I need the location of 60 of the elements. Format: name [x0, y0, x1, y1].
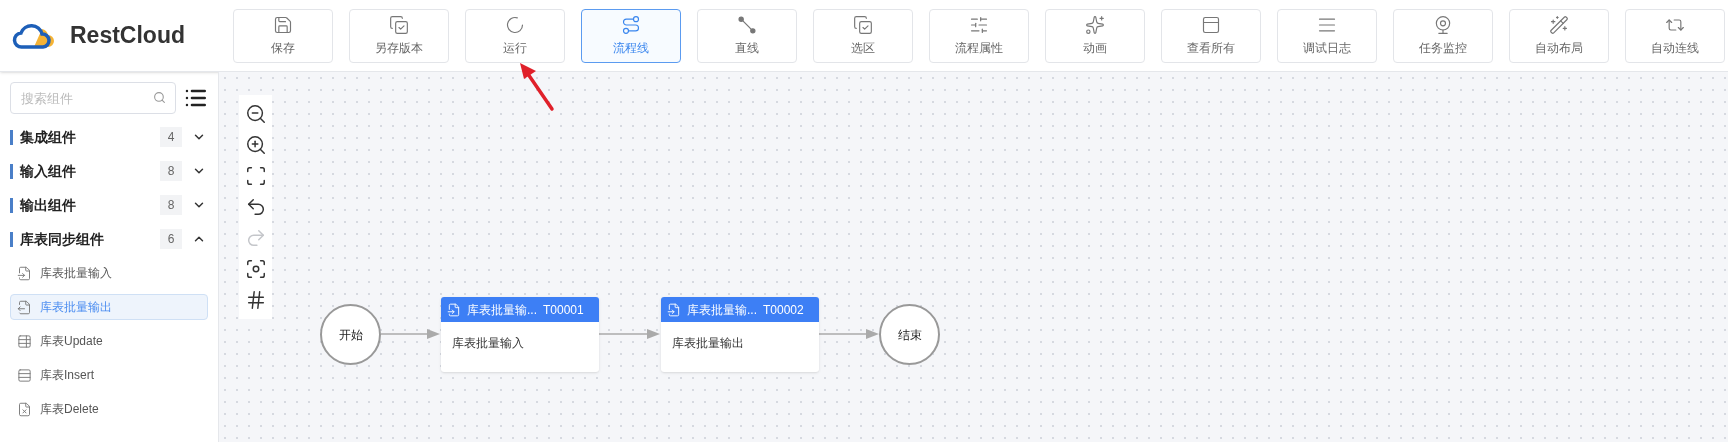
connector-arrow — [819, 327, 879, 341]
group-label: 输出组件 — [20, 195, 77, 215]
toolbar-button[interactable]: 保存 — [233, 8, 333, 63]
component-item[interactable]: 库表Delete — [10, 396, 208, 422]
webcam-icon — [1433, 14, 1453, 35]
zoom-in-icon[interactable] — [244, 134, 267, 156]
toolbar-button[interactable]: 选区 — [813, 8, 913, 63]
component-group[interactable]: 集成组件 4 — [0, 120, 218, 154]
toolbar-button[interactable]: 查看所有 — [1161, 8, 1261, 63]
node-label: 库表批量输入 — [451, 335, 525, 352]
group-label: 输入组件 — [20, 161, 77, 181]
group-count: 6 — [160, 229, 182, 249]
toolbar-button[interactable]: 流程线 — [581, 8, 681, 63]
component-item[interactable]: 库表Insert — [10, 362, 208, 388]
fit-icon[interactable] — [244, 165, 267, 187]
route-icon — [621, 14, 641, 35]
group-label: 集成组件 — [20, 127, 77, 147]
group-count: 4 — [160, 127, 182, 147]
start-node[interactable]: 开始 — [320, 304, 381, 365]
zoom-out-icon[interactable] — [244, 103, 267, 125]
connector-arrow — [599, 327, 660, 341]
wand-icon — [1549, 14, 1569, 35]
task-node[interactable]: 库表批量输... T00002 库表批量输出 — [661, 297, 819, 372]
component-item[interactable]: 库表Update — [10, 328, 208, 354]
toolbar-button[interactable]: 自动连线 — [1625, 8, 1725, 63]
toolbar-button[interactable]: 运行 — [465, 8, 565, 63]
sliders-icon — [969, 14, 989, 35]
copy-icon — [389, 14, 409, 35]
annotation-arrow — [518, 62, 556, 112]
line-icon — [737, 14, 757, 35]
search-field[interactable]: 搜索组件 — [10, 82, 177, 114]
panel-icon — [1201, 14, 1221, 35]
toolbar-button[interactable]: 调试日志 — [1277, 8, 1377, 63]
toolbar-button[interactable]: 动画 — [1045, 8, 1145, 63]
connector-arrow — [381, 327, 440, 341]
node-id: T00002 — [763, 301, 804, 319]
toolbar-button[interactable]: 直线 — [697, 8, 797, 63]
component-group[interactable]: 输入组件 8 — [0, 154, 218, 188]
toolbar-button[interactable]: 另存版本 — [349, 8, 449, 63]
group-label: 库表同步组件 — [20, 229, 105, 249]
task-node[interactable]: 库表批量输... T00001 库表批量输入 — [441, 297, 599, 372]
node-title: 库表批量输... — [467, 301, 537, 319]
component-group[interactable]: 库表同步组件 6 — [0, 222, 218, 256]
end-node[interactable]: 结束 — [879, 304, 940, 365]
group-count: 8 — [160, 161, 182, 181]
sparkle-icon — [1085, 14, 1105, 35]
copy-icon — [853, 14, 873, 35]
toolbar-button[interactable]: 任务监控 — [1393, 8, 1493, 63]
node-id: T00001 — [543, 301, 584, 319]
node-title: 库表批量输... — [687, 301, 757, 319]
save-icon — [273, 14, 293, 35]
frame-icon[interactable] — [244, 258, 267, 280]
node-label: 库表批量输出 — [671, 335, 745, 352]
logo-text: RestCloud — [70, 21, 185, 51]
component-group[interactable]: 输出组件 8 — [0, 188, 218, 222]
toolbar-button[interactable]: 自动布局 — [1509, 8, 1609, 63]
component-item[interactable]: 库表批量输入 — [10, 260, 208, 286]
group-count: 8 — [160, 195, 182, 215]
toolbar-button[interactable]: 流程属性 — [929, 8, 1029, 63]
search-icon — [153, 91, 167, 104]
